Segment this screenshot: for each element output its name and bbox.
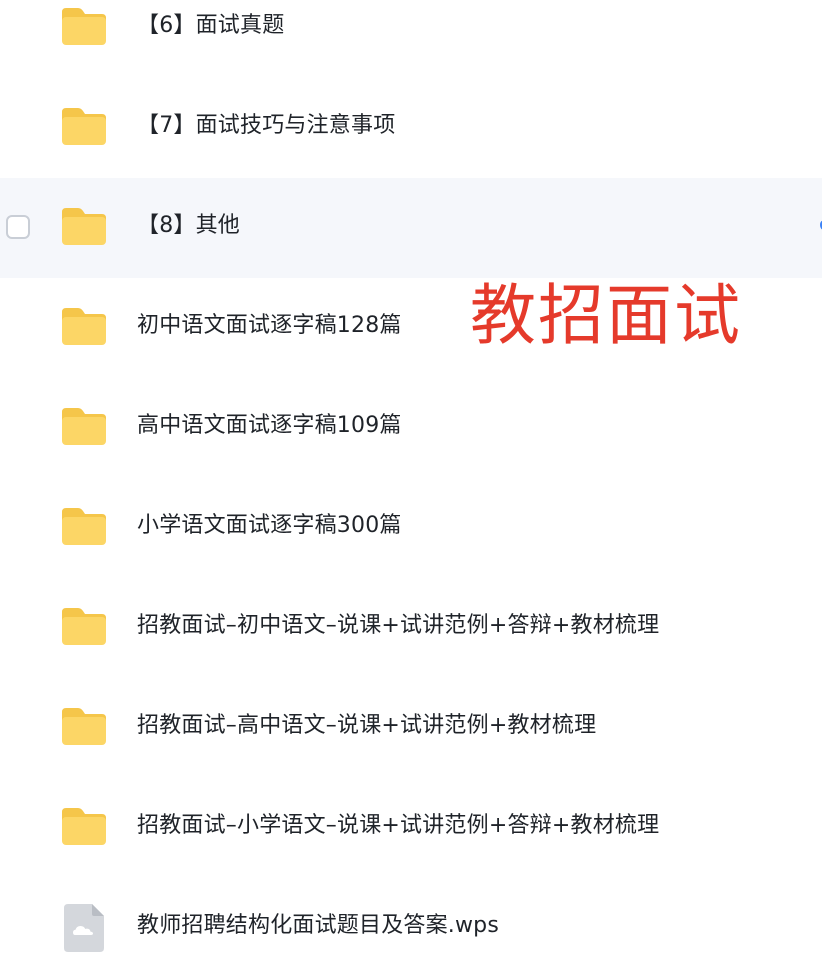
file-name: 招教面试–高中语文–说课+试讲范例+教材梳理 — [137, 713, 597, 738]
folder-icon — [62, 408, 106, 445]
file-name: 教师招聘结构化面试题目及答案.wps — [137, 913, 500, 938]
overlay-title: 教招面试 — [470, 277, 742, 354]
folder-icon — [62, 808, 106, 845]
folder-icon — [62, 508, 106, 545]
file-row-zhaojiao-chuzhong[interactable]: 招教面试–初中语文–说课+试讲范例+答辩+教材梳理 — [0, 578, 822, 678]
file-name: 高中语文面试逐字稿109篇 — [137, 413, 402, 438]
folder-icon — [62, 608, 106, 645]
file-row-xiaoxue-zhuzigao[interactable]: 小学语文面试逐字稿300篇 — [0, 478, 822, 578]
file-row-mianshi-zhenti[interactable]: 【6】面试真题 — [0, 0, 822, 78]
file-name: 招教面试–小学语文–说课+试讲范例+答辩+教材梳理 — [137, 813, 660, 838]
select-checkbox[interactable] — [6, 215, 30, 239]
file-name: 【6】面试真题 — [137, 13, 285, 38]
file-list: 【6】面试真题 【7】面试技巧与注意事项 【8】其他 初中语文面试逐字稿128篇 — [0, 0, 822, 960]
folder-icon — [62, 208, 106, 245]
file-name: 初中语文面试逐字稿128篇 — [137, 313, 402, 338]
file-name: 【8】其他 — [137, 213, 240, 238]
file-row-zhaojiao-xiaoxue[interactable]: 招教面试–小学语文–说课+试讲范例+答辩+教材梳理 — [0, 778, 822, 878]
file-name: 招教面试–初中语文–说课+试讲范例+答辩+教材梳理 — [137, 613, 660, 638]
folder-icon — [62, 308, 106, 345]
link-icon[interactable] — [816, 218, 822, 232]
folder-icon — [62, 708, 106, 745]
folder-icon — [62, 8, 106, 45]
wps-document-icon — [64, 904, 104, 952]
folder-icon — [62, 108, 106, 145]
file-name: 【7】面试技巧与注意事项 — [137, 113, 396, 138]
file-row-jiegouhua-wps[interactable]: 教师招聘结构化面试题目及答案.wps — [0, 878, 822, 960]
file-name: 小学语文面试逐字稿300篇 — [137, 513, 402, 538]
file-row-gaozhong-zhuzigao[interactable]: 高中语文面试逐字稿109篇 — [0, 378, 822, 478]
file-row-mianshi-jiqiao[interactable]: 【7】面试技巧与注意事项 — [0, 78, 822, 178]
file-row-qita[interactable]: 【8】其他 — [0, 178, 822, 278]
file-row-zhaojiao-gaozhong[interactable]: 招教面试–高中语文–说课+试讲范例+教材梳理 — [0, 678, 822, 778]
